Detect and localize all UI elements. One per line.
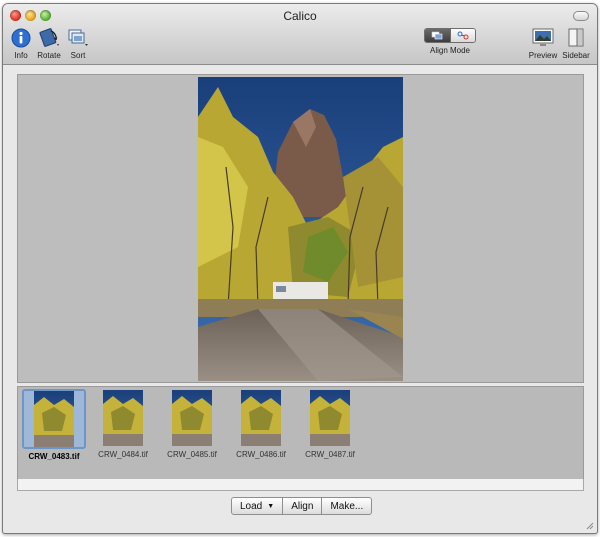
info-label: Info bbox=[14, 51, 28, 60]
app-window: Calico Info Rotate Sort Align Mode Previ… bbox=[2, 3, 598, 534]
thumbnail-image bbox=[172, 390, 212, 446]
info-icon bbox=[11, 28, 31, 48]
align-button[interactable]: Align bbox=[283, 497, 323, 515]
thumbnail-name: CRW_0487.tif bbox=[305, 450, 355, 459]
thumbnail-image bbox=[241, 390, 281, 446]
thumbnail-item[interactable]: CRW_0487.tif bbox=[297, 389, 363, 459]
align-mode-stack-segment[interactable] bbox=[425, 29, 450, 42]
thumbnail-frame bbox=[299, 389, 361, 447]
resize-grip-icon[interactable] bbox=[584, 520, 594, 530]
main-photo bbox=[198, 77, 403, 381]
thumbnail-strip[interactable]: CRW_0483.tif CRW_0484.tif CRW_0485.tif C… bbox=[17, 386, 584, 480]
align-mode-label: Align Mode bbox=[429, 46, 471, 55]
thumbnail-image bbox=[34, 391, 74, 447]
thumbnail-frame bbox=[92, 389, 154, 447]
rotate-button[interactable]: Rotate bbox=[34, 28, 64, 60]
thumbnail-name: CRW_0484.tif bbox=[98, 450, 148, 459]
align-mode-control[interactable]: Align Mode bbox=[423, 28, 477, 55]
sort-icon bbox=[68, 29, 88, 46]
info-button[interactable]: Info bbox=[9, 28, 33, 60]
load-button-label: Load bbox=[240, 501, 263, 513]
align-mode-points-segment[interactable] bbox=[449, 29, 475, 42]
thumbnail-frame bbox=[161, 389, 223, 447]
sort-button[interactable]: Sort bbox=[66, 28, 90, 60]
thumbnail-item[interactable]: CRW_0483.tif bbox=[21, 389, 87, 461]
sidebar-label: Sidebar bbox=[562, 51, 590, 60]
image-viewer[interactable] bbox=[17, 74, 584, 383]
window-title: Calico bbox=[283, 9, 317, 23]
make-button[interactable]: Make... bbox=[322, 497, 373, 515]
thumbnail-image bbox=[310, 390, 350, 446]
thumbnail-frame bbox=[22, 389, 86, 449]
titlebar: Calico Info Rotate Sort Align Mode Previ… bbox=[3, 4, 597, 65]
thumbnail-item[interactable]: CRW_0486.tif bbox=[228, 389, 294, 459]
sort-label: Sort bbox=[70, 51, 86, 60]
stack-icon bbox=[431, 31, 443, 40]
chevron-down-icon: ▼ bbox=[267, 503, 275, 510]
thumbnail-name: CRW_0483.tif bbox=[28, 452, 80, 461]
thumbnail-name: CRW_0486.tif bbox=[236, 450, 286, 459]
sidebar-button[interactable]: Sidebar bbox=[561, 28, 591, 60]
preview-label: Preview bbox=[528, 51, 558, 60]
action-button-bar: Load ▼ Align Make... bbox=[231, 497, 373, 515]
sidebar-icon bbox=[568, 28, 584, 47]
preview-icon bbox=[532, 28, 554, 46]
rotate-icon bbox=[39, 28, 59, 47]
preview-button[interactable]: Preview bbox=[528, 28, 558, 60]
toolbar-toggle-button[interactable] bbox=[573, 11, 589, 21]
thumbnail-name: CRW_0485.tif bbox=[167, 450, 217, 459]
align-mode-segmented[interactable] bbox=[424, 28, 476, 43]
thumbnail-item[interactable]: CRW_0484.tif bbox=[90, 389, 156, 459]
thumbnail-item[interactable]: CRW_0485.tif bbox=[159, 389, 225, 459]
thumbnail-frame bbox=[230, 389, 292, 447]
thumbnail-scrollbar[interactable] bbox=[17, 479, 584, 491]
rotate-label: Rotate bbox=[37, 51, 61, 60]
load-button[interactable]: Load ▼ bbox=[231, 497, 284, 515]
points-icon bbox=[457, 31, 469, 40]
thumbnail-image bbox=[103, 390, 143, 446]
